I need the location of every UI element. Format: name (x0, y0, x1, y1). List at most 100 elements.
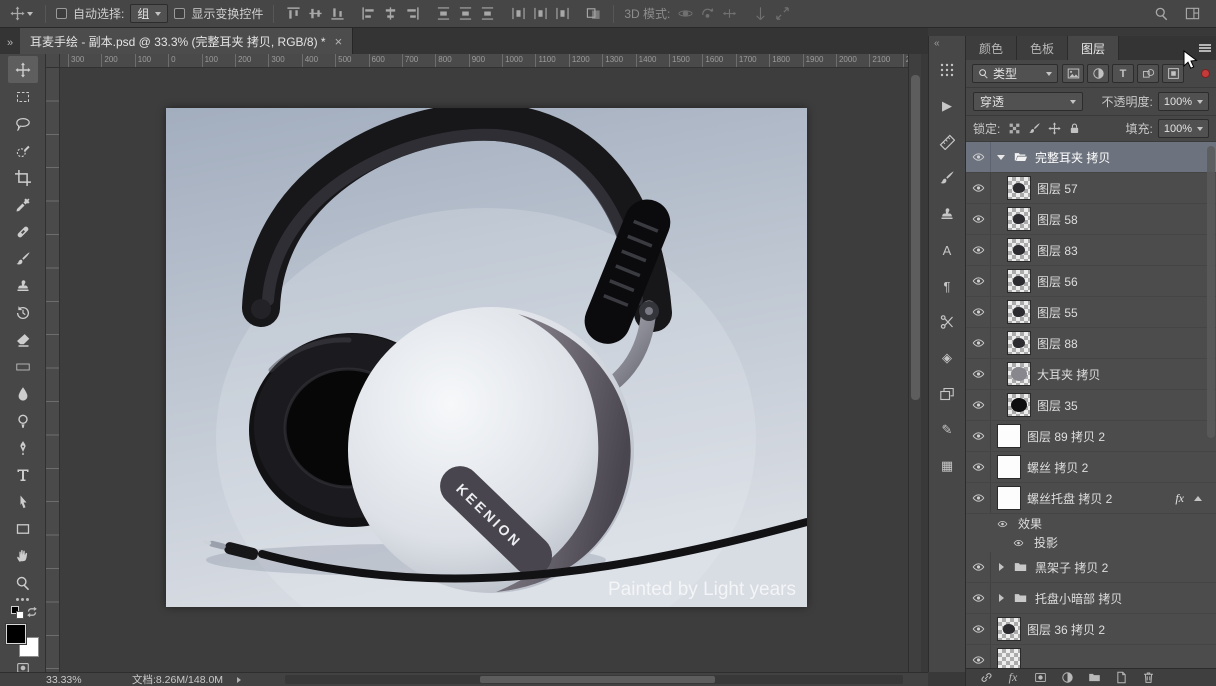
vertical-scroll-thumb[interactable] (911, 75, 920, 400)
layer-name[interactable]: 图层 36 拷贝 2 (1027, 621, 1105, 638)
pen-tool[interactable] (8, 434, 38, 461)
gradient-tool[interactable] (8, 353, 38, 380)
panel-menu-icon[interactable] (1194, 36, 1216, 60)
lock-image-pixels-icon[interactable] (1028, 122, 1041, 135)
layer-name[interactable]: 图层 56 (1037, 273, 1078, 290)
rectangular-marquee-tool[interactable] (8, 83, 38, 110)
layer-row[interactable]: 托盘小暗部 拷贝 (966, 583, 1216, 614)
zoom-tool[interactable] (8, 569, 38, 596)
blend-mode-dropdown[interactable]: 穿透 (973, 92, 1083, 111)
eyedropper-tool[interactable] (8, 191, 38, 218)
layer-visibility-toggle[interactable] (966, 297, 991, 327)
3d-pan-button[interactable] (720, 4, 739, 23)
layer-name[interactable]: 图层 89 拷贝 2 (1027, 428, 1105, 445)
3d-orbit-button[interactable] (676, 4, 695, 23)
auto-align-layers-button[interactable] (584, 4, 603, 23)
distribute-left-edges-button[interactable] (509, 4, 528, 23)
healing-brush-tool[interactable] (8, 218, 38, 245)
fill-field[interactable]: 100% (1157, 119, 1209, 138)
expand-panels-icon[interactable]: « (929, 37, 965, 52)
search-icon[interactable] (1152, 4, 1171, 23)
layer-visibility-toggle[interactable] (966, 204, 991, 234)
dodge-tool[interactable] (8, 407, 38, 434)
layer-name[interactable]: 图层 55 (1037, 304, 1078, 321)
brush-panel-icon[interactable] (932, 164, 962, 192)
layer-name[interactable]: 图层 83 (1037, 242, 1078, 259)
collapse-toolbar-icon[interactable]: » (0, 28, 20, 54)
layer-thumbnail[interactable] (997, 424, 1021, 448)
eraser-tool[interactable] (8, 326, 38, 353)
layer-row[interactable]: 投影 (966, 533, 1216, 552)
horizontal-ruler[interactable]: 300 200 100 0 100 200 300 400 500 600 700 800 900 100… (60, 54, 908, 68)
layer-name[interactable]: 黑架子 拷贝 2 (1035, 559, 1108, 576)
layer-visibility-toggle[interactable] (966, 452, 991, 482)
type-layer-filter-icon[interactable]: T (1112, 64, 1134, 83)
auto-select-checkbox[interactable] (56, 8, 67, 19)
layer-visibility-toggle[interactable] (966, 328, 991, 358)
group-expand-chevron[interactable] (997, 153, 1006, 162)
status-popup-chevron[interactable] (237, 676, 242, 683)
layer-thumbnail[interactable] (997, 648, 1021, 668)
document-canvas[interactable]: KEENION Painted by Light years (166, 108, 807, 607)
group-expand-chevron[interactable] (997, 593, 1006, 603)
patterns-panel-icon[interactable]: ▦ (932, 452, 962, 480)
layer-visibility-toggle[interactable] (966, 359, 991, 389)
layer-row[interactable]: 图层 58 (966, 204, 1216, 235)
ruler-corner[interactable] (46, 54, 60, 68)
delete-layer-icon[interactable] (1136, 670, 1160, 686)
paragraph-panel-icon[interactable]: ¶ (932, 272, 962, 300)
layer-name[interactable]: 图层 57 (1037, 180, 1078, 197)
rectangle-tool[interactable] (8, 515, 38, 542)
crop-tool[interactable] (8, 164, 38, 191)
styles-panel-icon[interactable]: ◈ (932, 344, 962, 372)
layer-thumbnail[interactable] (997, 486, 1021, 510)
workspace-layout-icon[interactable] (1183, 4, 1202, 23)
layer-visibility-toggle[interactable] (966, 235, 991, 265)
layer-row[interactable]: 图层 55 (966, 297, 1216, 328)
layer-visibility-toggle[interactable] (966, 142, 991, 172)
link-layers-icon[interactable] (974, 670, 998, 686)
type-tool[interactable] (8, 461, 38, 488)
align-top-edges-button[interactable] (284, 4, 303, 23)
new-layer-icon[interactable] (1109, 670, 1133, 686)
align-vertical-centers-button[interactable] (306, 4, 325, 23)
align-horizontal-centers-button[interactable] (381, 4, 400, 23)
layer-thumbnail[interactable] (1007, 176, 1031, 200)
layer-row[interactable]: 图层 57 (966, 173, 1216, 204)
tab-color[interactable]: 颜色 (966, 36, 1018, 60)
layer-thumbnail[interactable] (1007, 238, 1031, 262)
layer-visibility-toggle[interactable] (966, 421, 991, 451)
layer-row[interactable]: 图层 36 拷贝 2 (966, 614, 1216, 645)
layer-row[interactable] (966, 645, 1216, 668)
layer-comps-panel-icon[interactable] (932, 380, 962, 408)
layer-visibility-toggle[interactable] (966, 390, 991, 420)
layer-name[interactable]: 图层 58 (1037, 211, 1078, 228)
layer-row[interactable]: 黑架子 拷贝 2 (966, 552, 1216, 583)
clone-stamp-tool[interactable] (8, 272, 38, 299)
tab-close-icon[interactable]: × (335, 34, 343, 49)
swap-colors-icon[interactable] (26, 606, 38, 618)
tab-layers[interactable]: 图层 (1068, 36, 1120, 60)
filter-on-toggle[interactable] (1201, 69, 1210, 78)
filter-type-dropdown[interactable]: 类型 (972, 64, 1058, 83)
layer-name[interactable]: 螺丝 拷贝 2 (1027, 459, 1088, 476)
layer-thumbnail[interactable] (1007, 393, 1031, 417)
layer-visibility-toggle[interactable] (992, 514, 1012, 533)
distribute-vertical-centers-button[interactable] (456, 4, 475, 23)
pixel-layer-filter-icon[interactable] (1062, 64, 1084, 83)
opacity-field[interactable]: 100% (1157, 92, 1209, 111)
layer-visibility-toggle[interactable] (966, 583, 991, 613)
3d-scale-button[interactable] (773, 4, 792, 23)
measure-panel-icon[interactable] (932, 128, 962, 156)
character-panel-icon[interactable]: A (932, 236, 962, 264)
path-selection-tool[interactable] (8, 488, 38, 515)
layer-visibility-toggle[interactable] (966, 483, 991, 513)
layer-row[interactable]: 螺丝托盘 拷贝 2 fx (966, 483, 1216, 514)
distribute-right-edges-button[interactable] (553, 4, 572, 23)
new-group-icon[interactable] (1082, 670, 1106, 686)
brush-tool[interactable] (8, 245, 38, 272)
align-right-edges-button[interactable] (403, 4, 422, 23)
layer-thumbnail[interactable] (1007, 300, 1031, 324)
layer-row[interactable]: 大耳夹 拷贝 (966, 359, 1216, 390)
layer-thumbnail[interactable] (1007, 207, 1031, 231)
